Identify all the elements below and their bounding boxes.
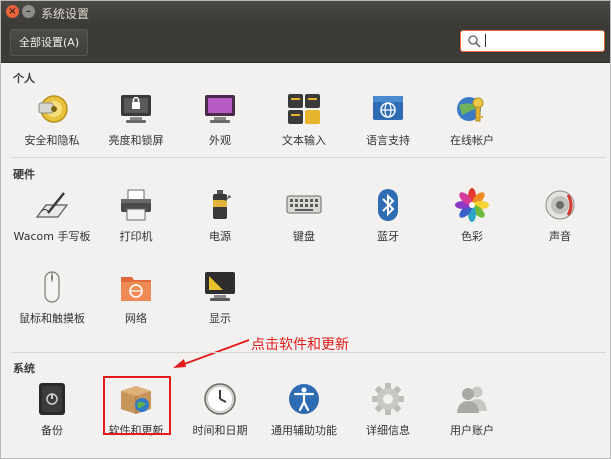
item-label: 用户账户 (450, 424, 494, 437)
item-label: 在线帐户 (450, 134, 494, 147)
item-label: 亮度和锁屏 (108, 134, 164, 147)
security-privacy-icon (38, 95, 68, 123)
item-label: 通用辅助功能 (271, 424, 337, 437)
item-time-date[interactable]: 时间和日期 (177, 381, 263, 439)
item-color[interactable]: 色彩 (429, 187, 515, 245)
wacom-tablet-icon (35, 192, 69, 218)
appearance-icon (205, 95, 235, 123)
item-label: 备份 (41, 424, 63, 437)
item-label: 语言支持 (366, 134, 410, 147)
color-icon (455, 188, 489, 222)
item-label: 网络 (125, 312, 147, 325)
backup-icon (39, 383, 65, 415)
search-box[interactable] (460, 30, 605, 52)
item-bluetooth[interactable]: 蓝牙 (345, 187, 431, 245)
sound-icon (545, 190, 575, 220)
item-label: 外观 (209, 134, 231, 147)
toolbar: 全部设置(A) (1, 24, 610, 63)
item-brightness-lock[interactable]: 亮度和锁屏 (93, 91, 179, 149)
close-icon: × (8, 6, 17, 17)
item-network[interactable]: 网络 (93, 269, 179, 327)
universal-access-icon (289, 384, 319, 414)
all-settings-button[interactable]: 全部设置(A) (10, 29, 89, 56)
item-label: 声音 (549, 230, 571, 243)
item-universal-access[interactable]: 通用辅助功能 (261, 381, 347, 439)
network-icon (121, 277, 151, 301)
item-appearance[interactable]: 外观 (177, 91, 263, 149)
item-display[interactable]: 显示 (177, 269, 263, 327)
item-label: 色彩 (461, 230, 483, 243)
item-label: 安全和隐私 (24, 134, 80, 147)
highlight-box (103, 376, 171, 435)
item-language-support[interactable]: 语言支持 (345, 91, 431, 149)
minimize-button[interactable]: – (22, 5, 35, 18)
details-icon (372, 383, 404, 415)
text-cursor (485, 34, 486, 47)
item-security-privacy[interactable]: 安全和隐私 (9, 91, 95, 149)
close-button[interactable]: × (6, 5, 19, 18)
section-title-system: 系统 (13, 362, 35, 375)
system-settings-window: × – 系统设置 全部设置(A) 个人 安全和隐私 亮度和锁屏 外观 文本输入 … (0, 0, 611, 459)
item-keyboard[interactable]: 键盘 (261, 187, 347, 245)
printer-icon (121, 189, 151, 221)
annotation-text: 点击软件和更新 (251, 337, 349, 353)
item-label: 打印机 (119, 230, 153, 243)
window-title: 系统设置 (41, 7, 90, 21)
search-icon (468, 35, 481, 48)
item-online-accounts[interactable]: 在线帐户 (429, 91, 515, 149)
item-label: 鼠标和触摸板 (19, 312, 85, 325)
item-label: 时间和日期 (192, 424, 248, 437)
mouse-touchpad-icon (44, 271, 60, 303)
title-bar: × – 系统设置 (1, 1, 610, 24)
annotation-arrow-icon (173, 339, 250, 368)
item-label: 电源 (209, 230, 231, 243)
minimize-icon: – (26, 6, 31, 17)
search-input[interactable] (484, 33, 599, 49)
item-mouse-touchpad[interactable]: 鼠标和触摸板 (9, 269, 95, 327)
section-divider (11, 157, 606, 158)
item-label: Wacom 手写板 (13, 230, 91, 243)
item-label: 详细信息 (366, 424, 410, 437)
item-label: 蓝牙 (377, 230, 399, 243)
section-title-personal: 个人 (13, 72, 35, 85)
bluetooth-icon (378, 189, 398, 221)
display-icon (205, 272, 235, 301)
item-details[interactable]: 详细信息 (345, 381, 431, 439)
user-accounts-icon (457, 386, 487, 413)
item-user-accounts[interactable]: 用户账户 (429, 381, 515, 439)
item-text-entry[interactable]: 文本输入 (261, 91, 347, 149)
online-accounts-icon (457, 97, 484, 122)
power-icon (213, 190, 231, 219)
item-label: 键盘 (293, 230, 315, 243)
section-title-hardware: 硬件 (13, 168, 35, 181)
time-date-icon (204, 383, 236, 415)
item-label: 文本输入 (282, 134, 326, 147)
text-entry-icon (288, 94, 320, 124)
item-label: 显示 (209, 312, 231, 325)
section-divider (11, 352, 606, 353)
brightness-lock-icon (121, 95, 151, 123)
item-power[interactable]: 电源 (177, 187, 263, 245)
item-printer[interactable]: 打印机 (93, 187, 179, 245)
language-support-icon (373, 96, 403, 120)
item-backup[interactable]: 备份 (9, 381, 95, 439)
item-sound[interactable]: 声音 (517, 187, 603, 245)
item-wacom-tablet[interactable]: Wacom 手写板 (9, 187, 95, 245)
keyboard-icon (286, 195, 322, 214)
